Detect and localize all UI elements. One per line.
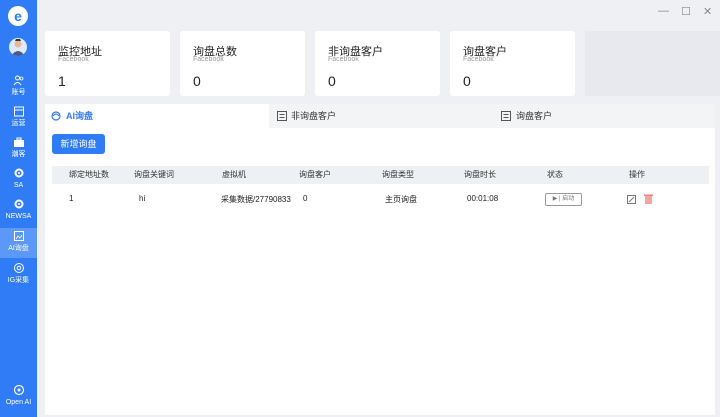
sidebar-item-operations[interactable]: 运营 xyxy=(0,103,37,133)
stat-card-monitored: 监控地址 Facebook 1 xyxy=(45,31,170,96)
cell-keyword: hi xyxy=(139,194,146,203)
image-icon xyxy=(13,231,24,241)
tab-bar: AI询盘 非询盘客户 询盘客户 xyxy=(45,104,715,128)
stat-value: 0 xyxy=(463,73,471,89)
sidebar-item-open-ai[interactable]: Open AI xyxy=(0,382,37,412)
maximize-button[interactable]: ☐ xyxy=(681,5,691,18)
stat-card-total: 询盘总数 Facebook 0 xyxy=(180,31,305,96)
cell-duration: 00:01:08 xyxy=(467,194,499,203)
app-logo: e xyxy=(8,6,28,26)
stat-subtitle: Facebook xyxy=(328,56,359,63)
sidebar-item-newsa[interactable]: NEWSA xyxy=(0,196,37,226)
tab-label: AI询盘 xyxy=(66,111,94,121)
add-inquiry-button[interactable]: 新增询盘 xyxy=(52,134,105,154)
column-header: 状态 xyxy=(547,170,563,179)
cell-customers: 0 xyxy=(303,194,308,203)
stat-subtitle: Facebook xyxy=(58,56,89,63)
stat-card-inquiry: 询盘客户 Facebook 0 xyxy=(450,31,575,96)
sidebar: e 账号 运营 潮客 SA NEWSA AI询盘 IG采集 Open AI xyxy=(0,0,37,417)
sidebar-item-ig-collect[interactable]: IG采集 xyxy=(0,260,37,290)
minimize-button[interactable]: — xyxy=(658,5,669,17)
tab-ai-inquiry[interactable]: AI询盘 xyxy=(45,104,269,128)
column-header: 虚拟机 xyxy=(222,170,246,179)
sidebar-item-sa[interactable]: SA xyxy=(0,165,37,195)
sidebar-item-ai-inquiry[interactable]: AI询盘 xyxy=(0,228,37,258)
users-icon xyxy=(13,75,23,86)
sidebar-item-accounts[interactable]: 账号 xyxy=(0,72,37,102)
sidebar-item-label: SA xyxy=(13,182,24,189)
stat-value: 0 xyxy=(193,73,201,89)
list-icon xyxy=(501,111,511,121)
sidebar-item-label: Open AI xyxy=(5,399,32,406)
tab-inquiry-customers[interactable]: 询盘客户 xyxy=(497,104,715,128)
stat-value: 0 xyxy=(328,73,336,89)
column-header: 操作 xyxy=(629,170,645,179)
edit-icon[interactable] xyxy=(627,195,636,204)
column-header: 询盘类型 xyxy=(382,170,414,179)
tab-label: 询盘客户 xyxy=(516,111,553,121)
table-header: 绑定地址数 询盘关键词 虚拟机 询盘客户 询盘类型 询盘时长 状态 操作 xyxy=(52,166,709,184)
ai-icon xyxy=(51,111,61,121)
tab-label: 非询盘客户 xyxy=(291,111,337,121)
sidebar-item-label: IG采集 xyxy=(7,277,30,284)
avatar[interactable] xyxy=(9,38,27,56)
stat-subtitle: Facebook xyxy=(193,56,224,63)
list-icon xyxy=(277,111,287,121)
main-panel: AI询盘 非询盘客户 询盘客户 新增询盘 绑定地址数 询盘关键词 虚拟机 询盘客… xyxy=(45,104,715,415)
start-button[interactable]: ▶ | 启动 xyxy=(545,193,582,206)
sidebar-item-label: 账号 xyxy=(11,89,26,96)
openai-icon xyxy=(13,384,24,396)
column-header: 询盘关键词 xyxy=(134,170,174,179)
briefcase-icon xyxy=(13,137,24,147)
tab-non-inquiry-customers[interactable]: 非询盘客户 xyxy=(273,104,493,128)
sidebar-item-label: NEWSA xyxy=(5,213,32,220)
cell-type: 主页询盘 xyxy=(385,195,417,204)
gear-icon xyxy=(14,168,23,178)
cell-vm: 采集数据/27790833 xyxy=(221,195,291,204)
empty-card-area xyxy=(585,31,720,96)
delete-icon[interactable] xyxy=(644,194,653,204)
stat-subtitle: Facebook xyxy=(463,56,494,63)
close-button[interactable]: ✕ xyxy=(703,5,712,18)
instagram-icon xyxy=(13,263,24,273)
sidebar-item-label: AI询盘 xyxy=(8,245,29,252)
column-header: 绑定地址数 xyxy=(69,170,109,179)
stat-value: 1 xyxy=(58,73,66,89)
cell-bound-count: 1 xyxy=(69,194,74,203)
column-header: 询盘客户 xyxy=(299,170,331,179)
sidebar-item-leads[interactable]: 潮客 xyxy=(0,134,37,164)
column-header: 询盘时长 xyxy=(464,170,496,179)
stat-card-non-inquiry: 非询盘客户 Facebook 0 xyxy=(315,31,440,96)
sidebar-item-label: 潮客 xyxy=(11,151,26,158)
calendar-icon xyxy=(13,106,24,117)
gear-icon xyxy=(14,199,23,209)
sidebar-item-label: 运营 xyxy=(11,120,26,127)
